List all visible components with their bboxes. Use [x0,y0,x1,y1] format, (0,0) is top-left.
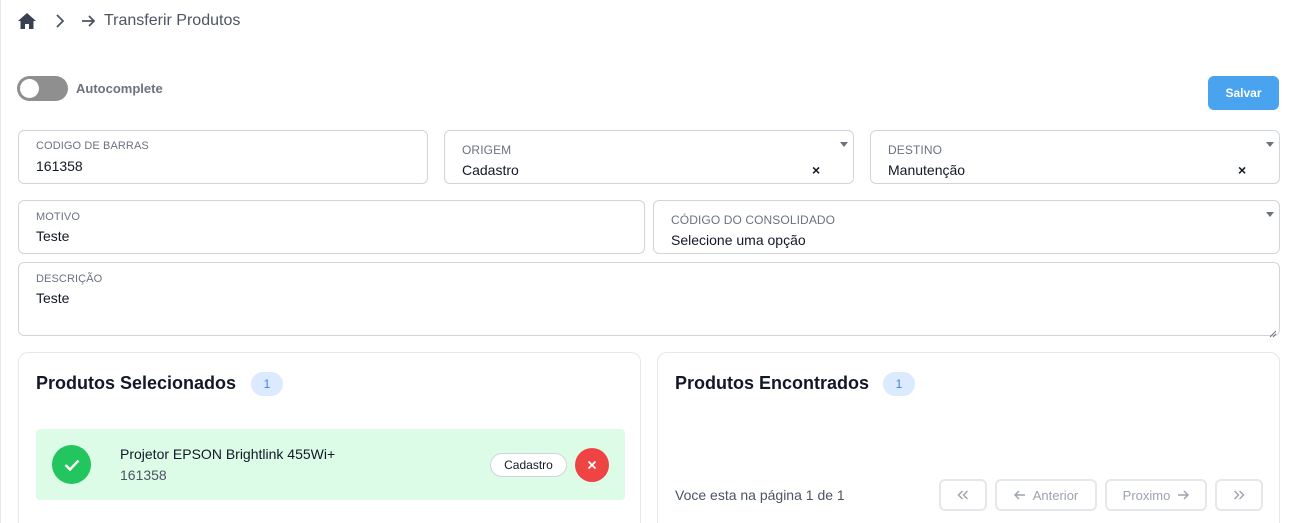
barcode-value: 161358 [36,158,83,174]
description-value: Teste [36,290,70,306]
arrow-right-icon [1177,490,1190,500]
pagination-info: Voce esta na página 1 de 1 [675,487,845,503]
previous-label: Anterior [1032,487,1079,503]
reason-label: MOTIVO [36,211,80,223]
autocomplete-toggle-group: Autocomplete [17,76,163,101]
selected-products-title: Produtos Selecionados [36,373,237,393]
save-button[interactable]: Salvar [1208,76,1279,110]
toggle-knob [20,79,39,98]
autocomplete-label: Autocomplete [76,81,163,96]
origin-clear-icon[interactable]: × [812,162,820,178]
arrow-left-icon [1013,490,1026,500]
last-page-button[interactable] [1215,479,1263,511]
selected-count-badge: 1 [251,372,283,396]
description-label: DESCRIÇÃO [36,273,103,285]
consolidated-code-label: CÓDIGO DO CONSOLIDADO [671,213,836,227]
origin-value: Cadastro [462,162,519,178]
found-products-title: Produtos Encontrados [675,373,870,393]
barcode-label: CODIGO DE BARRAS [36,140,149,152]
reason-field[interactable]: MOTIVO Teste [18,200,645,254]
origin-select[interactable]: ORIGEM Cadastro × [444,130,854,184]
check-icon [52,445,91,484]
destination-label: DESTINO [888,143,943,157]
consolidated-code-select[interactable]: CÓDIGO DO CONSOLIDADO Selecione uma opçã… [653,200,1280,254]
description-textarea[interactable]: DESCRIÇÃO Teste [18,262,1280,338]
remove-item-button[interactable] [575,448,609,482]
page-title: Transferir Produtos [104,12,241,29]
first-page-button[interactable] [939,479,987,511]
chevron-down-icon[interactable] [840,142,848,147]
product-code: 161358 [120,467,167,483]
destination-clear-icon[interactable]: × [1238,162,1246,178]
resize-handle-icon[interactable] [1269,325,1277,338]
destination-value: Manutenção [888,162,966,178]
found-count-badge: 1 [883,372,915,396]
chevron-right-icon [55,13,67,29]
double-chevron-right-icon [1234,490,1245,500]
next-label: Proximo [1122,487,1171,503]
consolidated-code-value: Selecione uma opção [671,232,806,248]
home-icon[interactable] [17,11,37,31]
found-products-card: Produtos Encontrados 1 Voce esta na pági… [657,352,1280,523]
origin-label: ORIGEM [462,143,512,157]
selected-products-card: Produtos Selecionados 1 Projetor EPSON B… [18,352,641,523]
chevron-down-icon[interactable] [1266,212,1274,217]
barcode-field[interactable]: CODIGO DE BARRAS 161358 [18,130,428,184]
next-page-button[interactable]: Proximo [1105,479,1207,511]
autocomplete-toggle[interactable] [17,76,68,101]
reason-value: Teste [36,228,70,244]
origin-tag: Cadastro [490,453,567,477]
breadcrumb: Transferir Produtos [17,10,240,32]
previous-page-button[interactable]: Anterior [995,479,1097,511]
arrow-right-icon [81,13,97,29]
chevron-down-icon[interactable] [1266,142,1274,147]
close-icon [587,460,597,470]
list-item: Projetor EPSON Brightlink 455Wi+ 161358 … [36,429,625,500]
product-name: Projetor EPSON Brightlink 455Wi+ [120,446,336,462]
double-chevron-left-icon [957,490,968,500]
destination-select[interactable]: DESTINO Manutenção × [870,130,1280,184]
